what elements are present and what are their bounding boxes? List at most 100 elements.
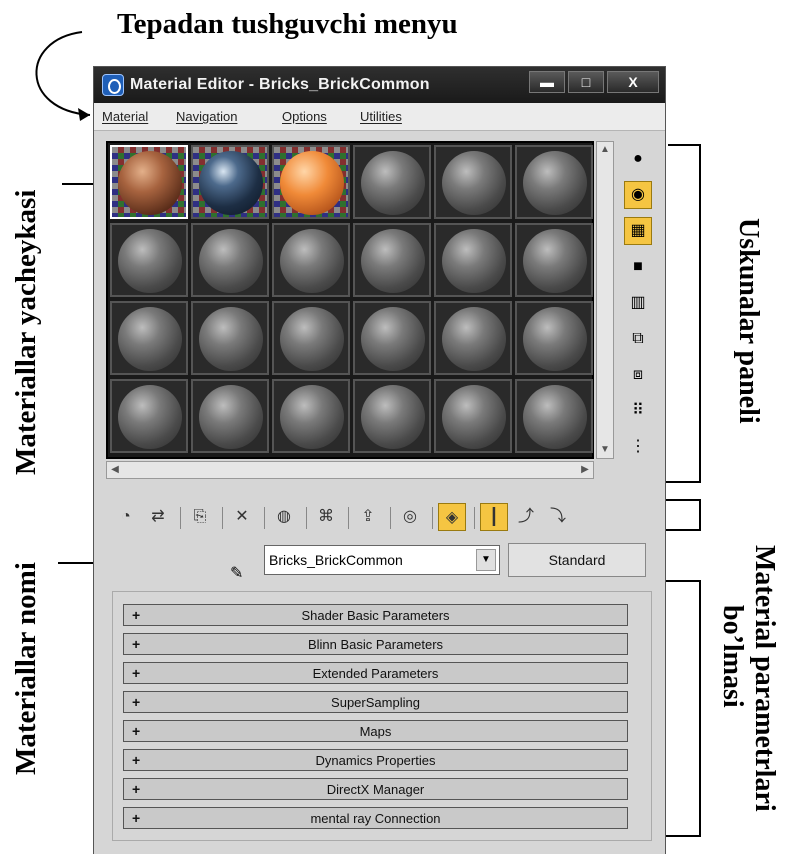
chevron-down-icon[interactable]: ▼ [476, 549, 496, 571]
go-forward-sibling-icon[interactable]: ⤵ [544, 503, 572, 531]
material-slot[interactable] [353, 301, 431, 375]
material-sphere [361, 229, 425, 293]
put-to-scene-icon[interactable]: ⇄ [144, 503, 172, 531]
material-slot[interactable] [191, 301, 269, 375]
toolbar-separator [222, 507, 223, 529]
close-button[interactable]: X [607, 71, 659, 93]
checker-background-icon[interactable]: ▦ [624, 217, 652, 245]
material-id-channel-icon[interactable]: ◎ [396, 503, 424, 531]
rollout-header[interactable]: mental ray Connection + [123, 807, 628, 829]
rollout-title: Shader Basic Parameters [301, 608, 450, 623]
material-slot[interactable] [272, 379, 350, 453]
menu-utilities[interactable]: Utilities [360, 109, 402, 124]
material-sphere [523, 151, 587, 215]
material-sphere [442, 151, 506, 215]
material-sphere [199, 229, 263, 293]
material-slot[interactable] [191, 379, 269, 453]
material-name-field[interactable]: Bricks_BrickCommon [264, 545, 500, 575]
reset-map-icon[interactable]: ✕ [228, 503, 256, 531]
rollout-title: mental ray Connection [310, 811, 441, 826]
rollout-header[interactable]: Dynamics Properties + [123, 749, 628, 771]
material-sphere [280, 229, 344, 293]
scroll-right-icon[interactable]: ▶ [577, 462, 593, 478]
scroll-up-icon[interactable]: ▲ [597, 142, 613, 158]
uv-tiling-icon[interactable]: ■ [624, 253, 652, 281]
material-sphere [199, 385, 263, 449]
get-material-icon[interactable]: ◔ [112, 503, 140, 531]
material-slot[interactable] [110, 145, 188, 219]
window-title: Material Editor - Bricks_BrickCommon [130, 76, 430, 93]
material-slot[interactable] [353, 223, 431, 297]
menu-bar: Material Navigation Options Utilities [94, 103, 665, 131]
material-sphere [361, 307, 425, 371]
toolbar-separator [180, 507, 181, 529]
go-to-parent-icon[interactable]: ⤴ [512, 503, 540, 531]
material-slot[interactable] [272, 301, 350, 375]
toolbar-separator [474, 507, 475, 529]
material-slot[interactable] [353, 145, 431, 219]
select-by-material-icon[interactable]: ⠿ [624, 397, 652, 425]
plus-icon: + [132, 752, 141, 768]
material-type-button[interactable]: Standard [508, 543, 646, 577]
maximize-button[interactable]: □ [568, 71, 604, 93]
material-slot[interactable] [434, 379, 512, 453]
plus-icon: + [132, 781, 141, 797]
make-preview-icon[interactable]: ⧉ [624, 325, 652, 353]
plus-icon: + [132, 665, 141, 681]
menu-options[interactable]: Options [282, 109, 327, 124]
bottom-toolbar: ◔ ⇄ ⎘ ✕ ◍ ⌘ ⇪ ◎ ◈ ┃ ⤴ ⤵ [106, 499, 658, 535]
app-icon [102, 74, 124, 96]
backlight-icon[interactable]: ◉ [624, 181, 652, 209]
material-sphere [523, 307, 587, 371]
material-slot[interactable] [272, 223, 350, 297]
vertical-scrollbar[interactable]: ▲ ▼ [596, 141, 614, 459]
put-to-library-icon[interactable]: ⇪ [354, 503, 382, 531]
material-slot[interactable] [191, 145, 269, 219]
material-sphere [442, 307, 506, 371]
material-slot[interactable] [110, 223, 188, 297]
rollout-header[interactable]: Blinn Basic Parameters + [123, 633, 628, 655]
material-sphere [280, 385, 344, 449]
menu-material[interactable]: Material [102, 109, 148, 124]
rollout-header[interactable]: Shader Basic Parameters + [123, 604, 628, 626]
rollout-header[interactable]: Extended Parameters + [123, 662, 628, 684]
material-slot[interactable] [110, 379, 188, 453]
show-map-in-viewport-icon[interactable]: ◈ [438, 503, 466, 531]
annotation-params-line1: Material parametrlari [749, 545, 780, 812]
material-slot[interactable] [515, 223, 593, 297]
material-slot[interactable] [515, 145, 593, 219]
material-navigator-icon[interactable]: ⋮ [624, 433, 652, 461]
sample-sphere-icon[interactable]: ● [624, 145, 652, 173]
toolbar-separator [432, 507, 433, 529]
material-slot[interactable] [515, 301, 593, 375]
show-end-result-icon[interactable]: ┃ [480, 503, 508, 531]
material-slot[interactable] [515, 379, 593, 453]
material-slot[interactable] [272, 145, 350, 219]
rollout-header[interactable]: Maps + [123, 720, 628, 742]
material-slot[interactable] [191, 223, 269, 297]
minimize-button[interactable]: ▬ [529, 71, 565, 93]
rollout-header[interactable]: SuperSampling + [123, 691, 628, 713]
material-sphere [361, 151, 425, 215]
material-slot[interactable] [353, 379, 431, 453]
toolbar-separator [306, 507, 307, 529]
title-bar[interactable]: Material Editor - Bricks_BrickCommon ▬ □… [94, 67, 665, 103]
make-unique-icon[interactable]: ⌘ [312, 503, 340, 531]
material-slot[interactable] [434, 145, 512, 219]
material-slot[interactable] [110, 301, 188, 375]
material-sphere [442, 229, 506, 293]
assign-to-selection-icon[interactable]: ⎘ [186, 503, 214, 531]
video-color-check-icon[interactable]: ▥ [624, 289, 652, 317]
make-copy-icon[interactable]: ◍ [270, 503, 298, 531]
scroll-left-icon[interactable]: ◀ [107, 462, 123, 478]
scroll-down-icon[interactable]: ▼ [597, 442, 613, 458]
menu-navigation[interactable]: Navigation [176, 109, 237, 124]
options-icon[interactable]: ⧈ [624, 361, 652, 389]
material-sphere [118, 385, 182, 449]
material-slot[interactable] [434, 223, 512, 297]
pick-material-icon[interactable]: ✎ [230, 563, 243, 583]
rollout-header[interactable]: DirectX Manager + [123, 778, 628, 800]
horizontal-scrollbar[interactable]: ◀ ▶ [106, 461, 594, 479]
plus-icon: + [132, 694, 141, 710]
material-slot[interactable] [434, 301, 512, 375]
